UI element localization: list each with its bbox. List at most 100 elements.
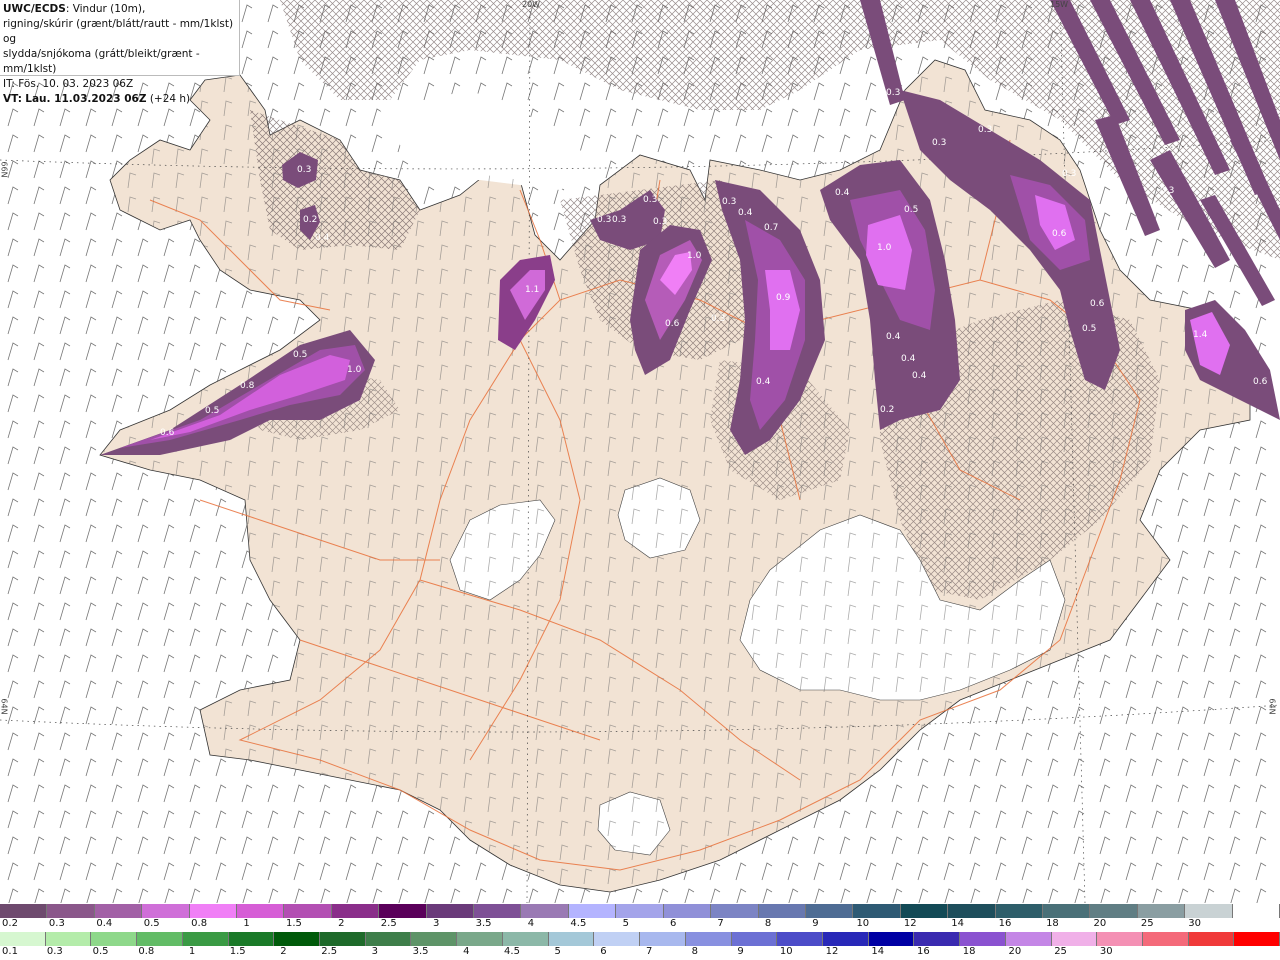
legend-swatch (1234, 932, 1280, 946)
legend-label: 2 (280, 946, 287, 957)
legend-label: 5 (554, 946, 561, 957)
precip-label: 0.5 (904, 205, 918, 215)
precip-label: 0.5 (1082, 324, 1096, 334)
legend-label: 0.3 (46, 946, 63, 957)
legend-swatch (1097, 932, 1143, 946)
precip-label: 0.8 (240, 381, 255, 391)
legend-label: 1.5 (229, 946, 246, 957)
info-description-2: rigning/skúrir (grænt/blátt/rautt - mm/1… (3, 18, 234, 45)
legend-swatch (777, 932, 823, 946)
legend-label: 9 (812, 918, 819, 929)
forecast-info-box: UWC/ECDS: Vindur (10m), rigning/skúrir (… (0, 0, 240, 105)
precip-label: 0.4 (835, 188, 850, 198)
legend-swatch (868, 932, 915, 946)
legend-swatch (142, 904, 190, 918)
legend-swatch (320, 932, 366, 946)
precip-label: 1.0 (347, 365, 362, 375)
precip-label: 0.2 (303, 215, 317, 225)
legend-label: 8 (691, 946, 699, 957)
legend-swatch (758, 904, 806, 918)
precip-label: 1.0 (877, 243, 892, 253)
precip-label: 0.4 (912, 371, 927, 381)
precip-label: 0.4 (315, 233, 330, 243)
legend-label: 1 (243, 918, 250, 929)
legend-label: 8 (764, 918, 772, 929)
legend-label: 20 (1008, 946, 1022, 957)
legend-swatch (137, 932, 183, 946)
legend-swatch (900, 904, 949, 918)
legend-swatch (521, 904, 569, 918)
legend-label: 18 (1046, 918, 1059, 929)
precip-label: 0.3 (978, 125, 992, 135)
precip-label: 0.7 (764, 223, 778, 233)
precip-label: 0.9 (776, 293, 791, 303)
legend-label: 0.3 (48, 918, 65, 929)
precip-label: 0.3 (886, 88, 900, 98)
legend-label: 3.5 (412, 946, 429, 957)
legend-swatch (1051, 932, 1098, 946)
legend-label: 4 (463, 946, 470, 957)
legend-label: 4.5 (504, 946, 520, 957)
legend-swatch (685, 932, 732, 946)
legend-swatch (548, 932, 595, 946)
legend-label: 25 (1140, 918, 1154, 929)
precip-label: 0.3 (722, 197, 736, 207)
legend-swatch (365, 932, 412, 946)
legend-swatch (331, 904, 380, 918)
legend-swatch (457, 932, 503, 946)
legend-label: 5 (622, 918, 629, 929)
legend-swatch (474, 904, 522, 918)
legend-swatch (47, 904, 95, 918)
legend-swatch (274, 932, 321, 946)
legend-swatch (91, 932, 138, 946)
precip-label: 0.5 (205, 406, 219, 416)
legend-swatch (594, 932, 641, 946)
legend-swatch (914, 932, 961, 946)
legend-swatch (94, 904, 143, 918)
legend-swatch (568, 904, 617, 918)
lon-label-15w: 15W (1050, 0, 1069, 9)
legend-swatch (284, 904, 332, 918)
valid-time-line: VT: Lau. 11.03.2023 06Z (+24 h) (3, 92, 236, 107)
legend-swatch (0, 904, 48, 918)
precip-label: 0.3 (653, 217, 667, 227)
legend-swatch (0, 932, 46, 946)
legend-label: 6 (600, 946, 607, 957)
legend-label: 4.5 (570, 918, 587, 929)
legend-swatch (960, 932, 1006, 946)
info-line-1: UWC/ECDS: Vindur (10m), (3, 2, 236, 17)
legend-label: 7 (717, 918, 724, 929)
precip-label: 0.3 (297, 165, 311, 175)
precip-label: 0.6 (1090, 299, 1105, 309)
legend-swatch (182, 932, 229, 946)
legend-label: 12 (825, 946, 839, 957)
legend-label: 30 (1188, 918, 1202, 929)
legend-label: 2 (338, 918, 345, 929)
legend-label: 4 (527, 918, 535, 929)
precip-label: 0.6 (1052, 229, 1067, 239)
precip-label: 0.2 (880, 405, 894, 415)
legend-label: 16 (917, 946, 930, 957)
precip-label: 0.3 (711, 314, 725, 324)
legend-label: 9 (737, 946, 744, 957)
legend-swatch (711, 904, 759, 918)
precip-label: 0.3 (597, 215, 611, 225)
legend-label: 20 (1093, 918, 1107, 929)
legend-swatch (1188, 932, 1235, 946)
valid-label: VT: (3, 93, 22, 105)
legend-swatch (426, 904, 475, 918)
lat-label-66n: 66N (0, 161, 9, 178)
legend-swatch (995, 904, 1043, 918)
legend-label: 0.2 (2, 918, 18, 929)
legend-label: 14 (871, 946, 885, 957)
valid-time: Lau. 11.03.2023 06Z (25, 93, 147, 105)
snow-color-scale (0, 904, 1280, 918)
lon-label-20w: 20W (522, 0, 541, 9)
precip-label: 0.5 (293, 350, 307, 360)
legend-swatch (1142, 932, 1189, 946)
legend-swatch (237, 904, 285, 918)
legend-swatch (948, 904, 996, 918)
legend-swatch (45, 932, 92, 946)
legend-label: 18 (962, 946, 976, 957)
precip-label: 0.6 (160, 428, 175, 438)
